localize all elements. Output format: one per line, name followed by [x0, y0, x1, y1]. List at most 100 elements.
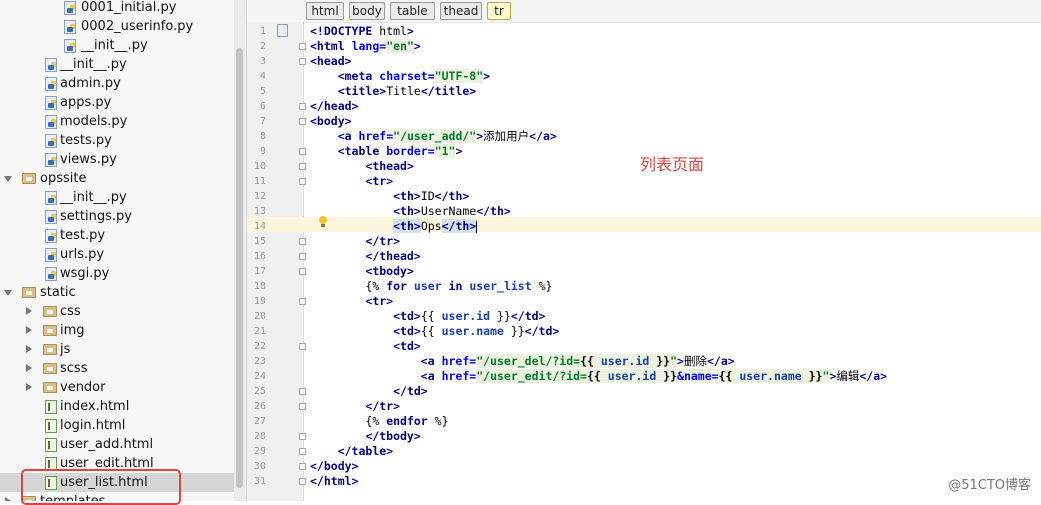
- code-line[interactable]: <a href="/user_edit/?id={{ user.id }}&na…: [310, 369, 887, 384]
- tree-folder[interactable]: static: [0, 283, 234, 302]
- code-line[interactable]: <meta charset="UTF-8">: [310, 69, 490, 84]
- breadcrumb-html[interactable]: html: [306, 2, 344, 20]
- tree-folder[interactable]: vendor: [0, 378, 234, 397]
- html-file-icon: [45, 438, 57, 452]
- code-line[interactable]: <body>: [310, 114, 352, 129]
- code-line[interactable]: <table border="1">: [310, 144, 462, 159]
- tree-folder[interactable]: opssite: [0, 169, 234, 188]
- fold-marker-icon[interactable]: [299, 463, 306, 470]
- line-number: 25: [253, 386, 266, 397]
- chevron-right-icon[interactable]: [26, 326, 32, 334]
- code-line[interactable]: <tbody>: [310, 264, 413, 279]
- code-line[interactable]: <!DOCTYPE html>: [310, 24, 414, 39]
- tree-item-label: wsgi.py: [60, 266, 110, 281]
- chevron-down-icon[interactable]: [4, 290, 12, 296]
- tree-file[interactable]: apps.py: [0, 93, 234, 112]
- fold-marker-icon[interactable]: [299, 388, 306, 395]
- tree-file[interactable]: models.py: [0, 112, 234, 131]
- tree-folder[interactable]: scss: [0, 359, 234, 378]
- tree-item-label: test.py: [60, 228, 106, 243]
- code-line[interactable]: <title>Title</title>: [310, 84, 477, 99]
- tree-file[interactable]: 0001_initial.py: [0, 0, 234, 17]
- chevron-right-icon[interactable]: [26, 345, 32, 353]
- code-line[interactable]: </tbody>: [310, 429, 420, 444]
- tree-file[interactable]: __init__.py: [0, 55, 234, 74]
- tree-file[interactable]: test.py: [0, 226, 234, 245]
- fold-marker-icon[interactable]: [299, 43, 306, 50]
- tree-file[interactable]: login.html: [0, 416, 234, 435]
- code-line[interactable]: <a href="/user_del/?id={{ user.id }}">删除…: [310, 354, 735, 369]
- fold-marker-icon[interactable]: [299, 163, 306, 170]
- code-line[interactable]: </html>: [310, 474, 358, 489]
- tree-item-label: static: [40, 285, 76, 300]
- tree-folder[interactable]: img: [0, 321, 234, 340]
- breadcrumb-thead[interactable]: thead: [440, 2, 482, 20]
- fold-marker-icon[interactable]: [299, 103, 306, 110]
- code-line[interactable]: <td>{{ user.name }}</td>: [310, 324, 559, 339]
- tree-file[interactable]: __init__.py: [0, 36, 234, 55]
- tree-file[interactable]: urls.py: [0, 245, 234, 264]
- tree-folder[interactable]: js: [0, 340, 234, 359]
- tree-item-label: user_add.html: [60, 437, 154, 452]
- code-line[interactable]: </td>: [310, 384, 428, 399]
- code-line[interactable]: </tr>: [310, 399, 400, 414]
- tree-file[interactable]: index.html: [0, 397, 234, 416]
- fold-marker-icon[interactable]: [299, 148, 306, 155]
- breadcrumb-body[interactable]: body: [349, 2, 385, 20]
- code-line[interactable]: <tr>: [310, 294, 393, 309]
- fold-marker-icon[interactable]: [299, 298, 306, 305]
- code-line[interactable]: {% endfor %}: [310, 414, 448, 429]
- tree-file[interactable]: tests.py: [0, 131, 234, 150]
- tree-scroll-thumb[interactable]: [236, 48, 243, 488]
- code-line[interactable]: <th>UserName</th>: [310, 204, 511, 219]
- code-line[interactable]: <td>: [310, 339, 421, 354]
- chevron-right-icon[interactable]: [5, 497, 11, 501]
- fold-marker-icon[interactable]: [299, 253, 306, 260]
- fold-marker-icon[interactable]: [299, 433, 306, 440]
- line-number: 5: [259, 86, 266, 97]
- fold-marker-icon[interactable]: [299, 268, 306, 275]
- tree-file[interactable]: settings.py: [0, 207, 234, 226]
- tree-file[interactable]: 0002_userinfo.py: [0, 17, 234, 36]
- code-line[interactable]: </head>: [310, 99, 358, 114]
- line-number: 9: [259, 146, 266, 157]
- tree-file[interactable]: user_add.html: [0, 435, 234, 454]
- code-line[interactable]: </table>: [310, 444, 393, 459]
- breadcrumb-tr[interactable]: tr: [487, 2, 511, 20]
- python-file-icon: [64, 1, 76, 15]
- code-line[interactable]: <head>: [310, 54, 352, 69]
- chevron-down-icon[interactable]: [4, 176, 12, 182]
- chevron-right-icon[interactable]: [26, 383, 32, 391]
- code-line[interactable]: <a href="/user_add/">添加用户</a>: [310, 129, 557, 144]
- fold-marker-icon[interactable]: [299, 343, 306, 350]
- code-line[interactable]: </body>: [310, 459, 358, 474]
- fold-marker-icon[interactable]: [299, 58, 306, 65]
- tree-file[interactable]: views.py: [0, 150, 234, 169]
- tree-file[interactable]: admin.py: [0, 74, 234, 93]
- line-number: 6: [259, 101, 266, 112]
- code-line[interactable]: <tr>: [310, 174, 393, 189]
- fold-marker-icon[interactable]: [299, 403, 306, 410]
- fold-marker-icon[interactable]: [299, 448, 306, 455]
- tree-file[interactable]: wsgi.py: [0, 264, 234, 283]
- code-line[interactable]: <html lang="en">: [310, 39, 421, 54]
- tree-item-label: admin.py: [60, 76, 121, 91]
- tree-folder[interactable]: css: [0, 302, 234, 321]
- chevron-right-icon[interactable]: [26, 364, 32, 372]
- code-line[interactable]: <th>ID</th>: [310, 189, 469, 204]
- fold-marker-icon[interactable]: [299, 178, 306, 185]
- chevron-right-icon[interactable]: [26, 307, 32, 315]
- fold-marker-icon[interactable]: [299, 118, 306, 125]
- code-line[interactable]: </thead>: [310, 249, 420, 264]
- code-line[interactable]: <thead>: [310, 159, 413, 174]
- code-line[interactable]: </tr>: [310, 234, 400, 249]
- tree-file[interactable]: __init__.py: [0, 188, 234, 207]
- fold-marker-icon[interactable]: [299, 238, 306, 245]
- code-line[interactable]: {% for user in user_list %}: [310, 279, 552, 294]
- breadcrumb-table[interactable]: table: [390, 2, 435, 20]
- tree-item-label: tests.py: [60, 133, 112, 148]
- code-line[interactable]: <th>Ops</th>: [310, 219, 478, 234]
- code-line[interactable]: <td>{{ user.id }}</td>: [310, 309, 545, 324]
- fold-marker-icon[interactable]: [299, 478, 306, 485]
- code-editor[interactable]: <!DOCTYPE html> <html lang="en"> <head> <m…: [306, 22, 1041, 501]
